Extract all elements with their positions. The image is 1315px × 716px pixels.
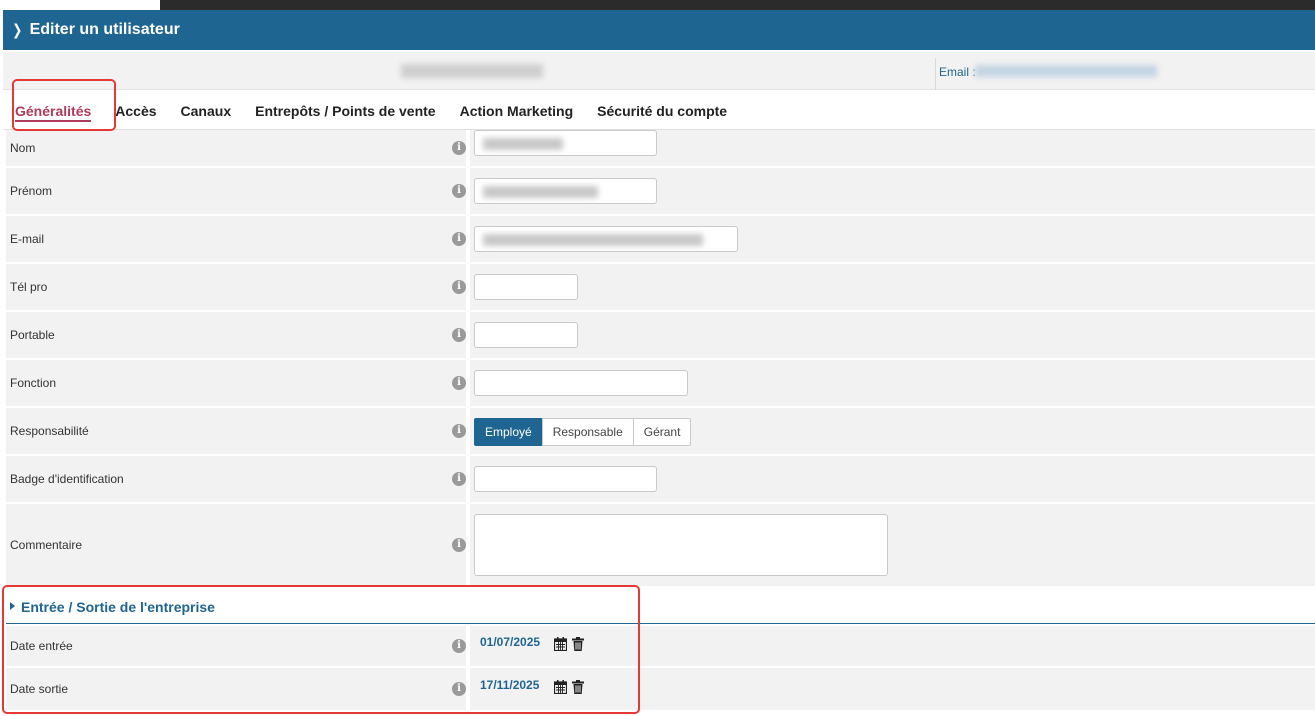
user-info-bar: Email : bbox=[3, 52, 1315, 90]
info-divider bbox=[935, 58, 936, 90]
row-nom: Nom i bbox=[6, 130, 1315, 166]
commentaire-textarea[interactable] bbox=[474, 514, 888, 576]
email-value-redacted bbox=[975, 65, 1157, 77]
info-icon[interactable]: i bbox=[452, 232, 466, 246]
nom-label: Nom bbox=[10, 141, 36, 155]
info-icon[interactable]: i bbox=[452, 538, 466, 552]
user-identifier-redacted bbox=[401, 64, 543, 78]
row-portable: Portable i bbox=[6, 312, 1315, 358]
tel-pro-input[interactable] bbox=[474, 274, 578, 300]
page-title: Editer un utilisateur bbox=[29, 21, 180, 38]
highlight-box-tab bbox=[12, 79, 116, 131]
value-cell bbox=[470, 360, 1315, 406]
value-cell: Employé Responsable Gérant bbox=[470, 408, 1315, 454]
label-cell: Fonction i bbox=[6, 360, 466, 406]
info-icon[interactable]: i bbox=[452, 424, 466, 438]
responsabilite-toggle-group: Employé Responsable Gérant bbox=[474, 418, 692, 446]
tel-pro-label: Tél pro bbox=[10, 280, 48, 294]
chevron-right-icon: ❯ bbox=[12, 22, 23, 39]
label-cell: Tél pro i bbox=[6, 264, 466, 310]
info-icon[interactable]: i bbox=[452, 328, 466, 342]
value-cell bbox=[470, 216, 1315, 262]
label-cell: Commentaire i bbox=[6, 504, 466, 586]
label-cell: Badge d'identification i bbox=[6, 456, 466, 502]
portable-input[interactable] bbox=[474, 322, 578, 348]
nom-value-redacted bbox=[483, 138, 563, 150]
value-cell bbox=[470, 130, 1315, 166]
label-cell: Prénom i bbox=[6, 168, 466, 214]
nom-input[interactable] bbox=[474, 130, 657, 156]
row-commentaire: Commentaire i bbox=[6, 504, 1315, 586]
label-cell: Portable i bbox=[6, 312, 466, 358]
label-cell: Responsabilité i bbox=[6, 408, 466, 454]
portable-label: Portable bbox=[10, 328, 55, 342]
info-icon[interactable]: i bbox=[452, 376, 466, 390]
responsabilite-label: Responsabilité bbox=[10, 424, 89, 438]
option-gerant-button[interactable]: Gérant bbox=[632, 418, 692, 446]
commentaire-label: Commentaire bbox=[10, 538, 83, 552]
email-label: E-mail bbox=[10, 232, 45, 246]
row-badge: Badge d'identification i bbox=[6, 456, 1315, 502]
badge-input[interactable] bbox=[474, 466, 657, 492]
email-input[interactable] bbox=[474, 226, 738, 252]
value-cell bbox=[470, 264, 1315, 310]
page-header: ❯ Editer un utilisateur bbox=[3, 10, 1315, 50]
email-value-redacted bbox=[483, 234, 703, 246]
tab-bar: Généralités Accès Canaux Entrepôts / Poi… bbox=[3, 92, 1315, 130]
top-strip-dark bbox=[160, 0, 1315, 10]
label-cell: Nom i bbox=[6, 130, 466, 166]
tab-securite[interactable]: Sécurité du compte bbox=[585, 92, 739, 130]
info-icon[interactable]: i bbox=[452, 280, 466, 294]
option-employe-button[interactable]: Employé bbox=[474, 418, 543, 446]
prenom-label: Prénom bbox=[10, 184, 53, 198]
row-tel-pro: Tél pro i bbox=[6, 264, 1315, 310]
tab-action-marketing[interactable]: Action Marketing bbox=[448, 92, 586, 130]
row-responsabilite: Responsabilité i Employé Responsable Gér… bbox=[6, 408, 1315, 454]
row-fonction: Fonction i bbox=[6, 360, 1315, 406]
value-cell bbox=[470, 168, 1315, 214]
fonction-input[interactable] bbox=[474, 370, 688, 396]
prenom-value-redacted bbox=[483, 186, 598, 198]
top-strip bbox=[0, 0, 1315, 10]
highlight-box-section bbox=[2, 585, 640, 714]
value-cell bbox=[470, 504, 1315, 586]
info-icon[interactable]: i bbox=[452, 184, 466, 198]
label-cell: E-mail i bbox=[6, 216, 466, 262]
tab-entrepots[interactable]: Entrepôts / Points de vente bbox=[243, 92, 447, 130]
row-email: E-mail i bbox=[6, 216, 1315, 262]
row-prenom: Prénom i bbox=[6, 168, 1315, 214]
option-responsable-button[interactable]: Responsable bbox=[541, 418, 634, 446]
value-cell bbox=[470, 312, 1315, 358]
badge-label: Badge d'identification bbox=[10, 472, 124, 486]
info-icon[interactable]: i bbox=[452, 472, 466, 486]
tab-canaux[interactable]: Canaux bbox=[169, 92, 244, 130]
value-cell bbox=[470, 456, 1315, 502]
info-icon[interactable]: i bbox=[452, 141, 466, 155]
prenom-input[interactable] bbox=[474, 178, 657, 204]
email-label: Email : bbox=[939, 65, 976, 79]
fonction-label: Fonction bbox=[10, 376, 57, 390]
